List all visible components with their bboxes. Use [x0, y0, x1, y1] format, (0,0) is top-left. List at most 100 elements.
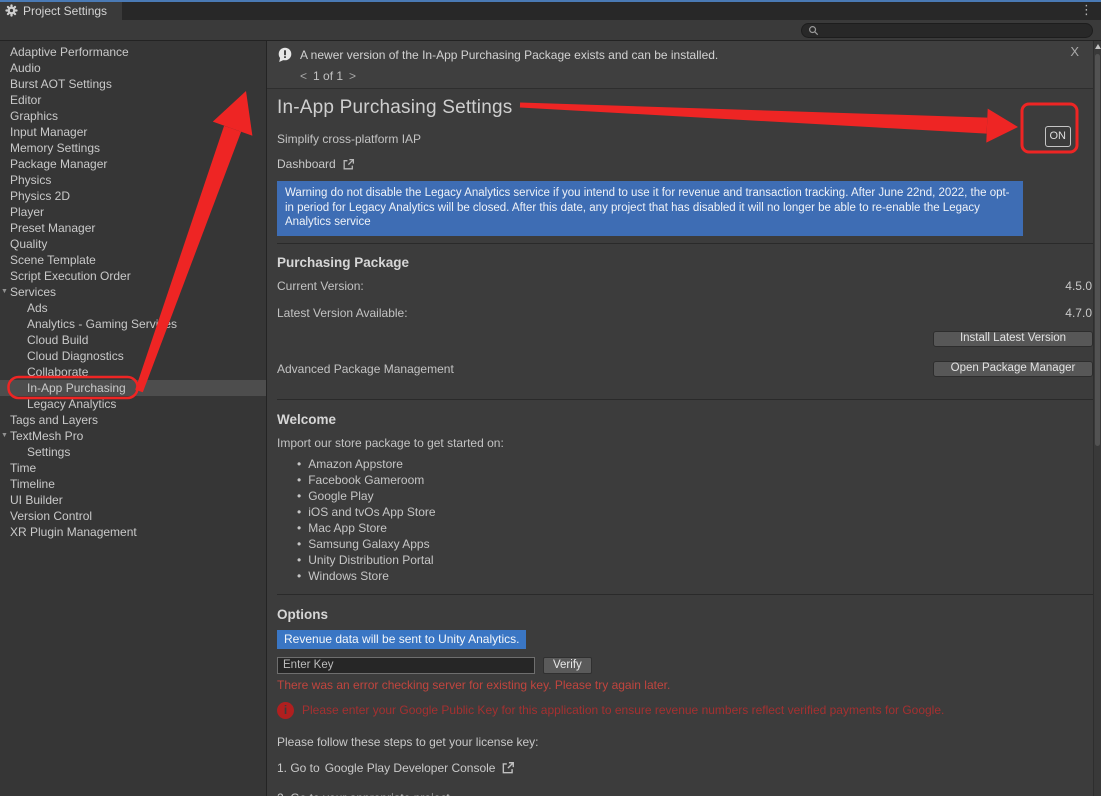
window-focus-border [0, 0, 1101, 2]
sidebar-item-legacy-analytics[interactable]: Legacy Analytics [0, 396, 266, 412]
welcome-heading: Welcome [277, 412, 1101, 427]
alert-bubble-icon [277, 47, 293, 63]
sidebar-item-editor[interactable]: Editor [0, 92, 266, 108]
scrollbar-thumb[interactable] [1095, 54, 1100, 446]
sidebar-item-label: Graphics [10, 109, 58, 123]
pager-prev-button[interactable]: < [300, 69, 307, 83]
store-name: Mac App Store [308, 520, 387, 536]
sidebar-item-label: Physics [10, 173, 51, 187]
sidebar-item-label: In-App Purchasing [27, 381, 126, 395]
sidebar-item-version-control[interactable]: Version Control [0, 508, 266, 524]
open-package-manager-button[interactable]: Open Package Manager [933, 361, 1093, 377]
foldout-expanded-icon[interactable]: ▼ [1, 428, 8, 444]
sidebar-item-memory-settings[interactable]: Memory Settings [0, 140, 266, 156]
foldout-expanded-icon[interactable]: ▼ [1, 284, 8, 300]
sidebar-item-label: Package Manager [10, 157, 107, 171]
sidebar-item-label: Cloud Diagnostics [27, 349, 124, 363]
bullet-icon: • [297, 456, 301, 472]
banner-message: A newer version of the In-App Purchasing… [300, 48, 718, 62]
tab-label: Project Settings [23, 4, 107, 18]
bullet-icon: • [297, 504, 301, 520]
latest-version-label: Latest Version Available: [277, 306, 408, 320]
store-name: Amazon Appstore [308, 456, 403, 472]
sidebar-item-package-manager[interactable]: Package Manager [0, 156, 266, 172]
tab-project-settings[interactable]: Project Settings [0, 1, 122, 20]
sidebar-item-adaptive-performance[interactable]: Adaptive Performance [0, 44, 266, 60]
sidebar-item-audio[interactable]: Audio [0, 60, 266, 76]
sidebar-item-services[interactable]: ▼Services [0, 284, 266, 300]
store-list-item: • Amazon Appstore [297, 456, 1101, 472]
sidebar-item-physics[interactable]: Physics [0, 172, 266, 188]
sidebar-item-tags-and-layers[interactable]: Tags and Layers [0, 412, 266, 428]
store-name: Samsung Galaxy Apps [308, 536, 429, 552]
search-box[interactable] [801, 23, 1093, 38]
verify-button[interactable]: Verify [543, 657, 592, 674]
store-name: Windows Store [308, 568, 389, 584]
sidebar-item-in-app-purchasing[interactable]: In-App Purchasing [0, 380, 266, 396]
search-input[interactable] [823, 25, 1086, 37]
sidebar-item-cloud-diagnostics[interactable]: Cloud Diagnostics [0, 348, 266, 364]
dashboard-link[interactable]: Dashboard [277, 157, 355, 171]
sidebar-item-label: Adaptive Performance [10, 45, 129, 59]
sidebar-item-player[interactable]: Player [0, 204, 266, 220]
dashboard-link-label: Dashboard [277, 157, 336, 171]
service-on-toggle[interactable]: ON [1045, 126, 1072, 147]
sidebar-item-scene-template[interactable]: Scene Template [0, 252, 266, 268]
pager-next-button[interactable]: > [349, 69, 356, 83]
bullet-icon: • [297, 552, 301, 568]
sidebar-item-settings[interactable]: Settings [0, 444, 266, 460]
sidebar-item-label: Services [10, 285, 56, 299]
sidebar-item-label: Legacy Analytics [27, 397, 116, 411]
sidebar-item-cloud-build[interactable]: Cloud Build [0, 332, 266, 348]
sidebar-item-graphics[interactable]: Graphics [0, 108, 266, 124]
install-latest-version-button[interactable]: Install Latest Version [933, 331, 1093, 347]
sidebar-item-textmesh-pro[interactable]: ▼TextMesh Pro [0, 428, 266, 444]
sidebar-item-ui-builder[interactable]: UI Builder [0, 492, 266, 508]
current-version-row: Current Version: 4.5.0 [277, 279, 1093, 293]
latest-version-value: 4.7.0 [1065, 306, 1093, 320]
store-list-item: •Mac App Store [297, 520, 1101, 536]
vertical-scrollbar[interactable] [1093, 41, 1101, 796]
sidebar-item-analytics-gaming-services[interactable]: Analytics - Gaming Services [0, 316, 266, 332]
store-name: Unity Distribution Portal [308, 552, 433, 568]
purchasing-package-heading: Purchasing Package [277, 255, 1101, 270]
sidebar-item-label: Time [10, 461, 36, 475]
main-panel: A newer version of the In-App Purchasing… [267, 41, 1101, 796]
sidebar-item-label: Tags and Layers [10, 413, 98, 427]
sidebar-item-label: Memory Settings [10, 141, 100, 155]
sidebar-item-label: Scene Template [10, 253, 96, 267]
sidebar-item-timeline[interactable]: Timeline [0, 476, 266, 492]
scroll-up-arrow-icon[interactable] [1095, 44, 1101, 49]
sidebar-item-label: Physics 2D [10, 189, 70, 203]
sidebar-item-collaborate[interactable]: Collaborate [0, 364, 266, 380]
sidebar-item-burst-aot-settings[interactable]: Burst AOT Settings [0, 76, 266, 92]
banner-close-button[interactable]: X [1070, 44, 1079, 59]
sidebar-item-label: Version Control [10, 509, 92, 523]
sidebar-item-label: TextMesh Pro [10, 429, 83, 443]
current-version-label: Current Version: [277, 279, 364, 293]
google-play-console-link[interactable]: Google Play Developer Console [325, 761, 516, 775]
google-key-input[interactable] [277, 657, 535, 674]
store-list-item: •iOS and tvOs App Store [297, 504, 1101, 520]
sidebar-item-preset-manager[interactable]: Preset Manager [0, 220, 266, 236]
sidebar-item-quality[interactable]: Quality [0, 236, 266, 252]
gear-icon [5, 4, 18, 17]
section-divider [277, 399, 1093, 400]
page-title: In-App Purchasing Settings [277, 97, 1101, 119]
sidebar-item-ads[interactable]: Ads [0, 300, 266, 316]
search-icon [808, 25, 819, 36]
sidebar-item-xr-plugin-management[interactable]: XR Plugin Management [0, 524, 266, 540]
sidebar-item-label: Player [10, 205, 44, 219]
sidebar-item-time[interactable]: Time [0, 460, 266, 476]
sidebar-item-script-execution-order[interactable]: Script Execution Order [0, 268, 266, 284]
section-divider [277, 594, 1093, 595]
advanced-package-management-label: Advanced Package Management [277, 362, 454, 376]
sidebar-item-label: Settings [27, 445, 70, 459]
sidebar-item-label: Input Manager [10, 125, 87, 139]
kebab-menu-icon[interactable]: ⋮ [1080, 2, 1093, 18]
sidebar-item-input-manager[interactable]: Input Manager [0, 124, 266, 140]
sidebar-item-physics-2d[interactable]: Physics 2D [0, 188, 266, 204]
sidebar-item-label: Audio [10, 61, 41, 75]
options-heading: Options [277, 607, 1101, 622]
bullet-icon: • [297, 568, 301, 584]
